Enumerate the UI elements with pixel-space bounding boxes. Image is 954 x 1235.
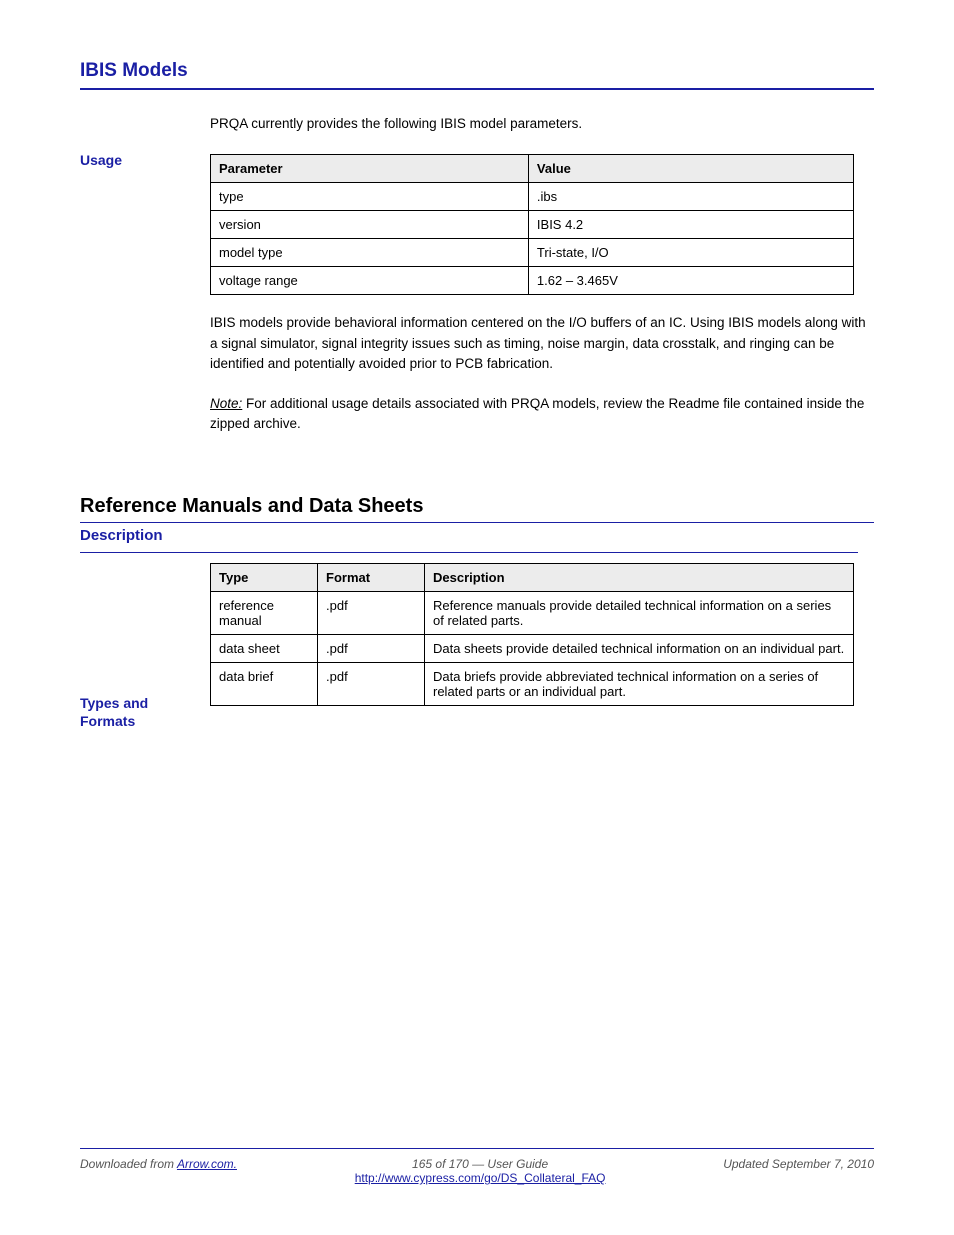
section-subheading-description: Description xyxy=(80,527,874,544)
page-section-title: IBIS Models xyxy=(80,60,874,82)
usage-paragraph: IBIS models provide behavioral informati… xyxy=(210,313,874,374)
table-header: Format xyxy=(318,563,425,591)
footer-divider xyxy=(80,1148,874,1149)
table-header: Type xyxy=(211,563,318,591)
table-row: data sheet .pdf Data sheets provide deta… xyxy=(211,634,854,662)
footer-right: Updated September 7, 2010 xyxy=(723,1157,874,1185)
usage-note: Note: For additional usage details assoc… xyxy=(210,394,874,435)
section-divider xyxy=(80,552,858,553)
table-row: model type Tri-state, I/O xyxy=(211,239,854,267)
table-row: voltage range 1.62 – 3.465V xyxy=(211,267,854,295)
table-row: type .ibs xyxy=(211,183,854,211)
table-header: Parameter xyxy=(211,155,529,183)
footer-left: Downloaded from Arrow.com. xyxy=(80,1157,237,1185)
table-header: Value xyxy=(528,155,853,183)
reference-docs-table: Type Format Description reference manual… xyxy=(210,563,854,706)
side-heading-types: Types and Formats xyxy=(80,695,200,730)
section-heading-reference: Reference Manuals and Data Sheets xyxy=(80,495,874,518)
ibis-params-table: Parameter Value type .ibs version IBIS 4… xyxy=(210,154,854,295)
page-footer: Downloaded from Arrow.com. 165 of 170 — … xyxy=(80,1148,874,1185)
table-row: reference manual .pdf Reference manuals … xyxy=(211,591,854,634)
table-header: Description xyxy=(425,563,854,591)
section-divider xyxy=(80,88,874,90)
section-divider xyxy=(80,522,874,523)
table-row: data brief .pdf Data briefs provide abbr… xyxy=(211,662,854,705)
side-heading-usage: Usage xyxy=(80,152,200,170)
footer-center: 165 of 170 — User Guide http://www.cypre… xyxy=(237,1157,723,1185)
intro-line: PRQA currently provides the following IB… xyxy=(210,114,874,134)
table-row: version IBIS 4.2 xyxy=(211,211,854,239)
